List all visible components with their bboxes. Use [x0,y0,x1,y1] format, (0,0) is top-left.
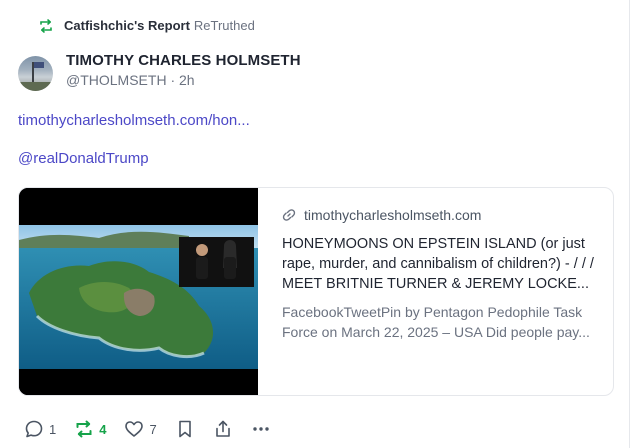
post-link[interactable]: timothycharlesholmseth.com/hon... [18,112,250,129]
reply-icon [24,419,44,439]
meta-separator: · [170,72,180,88]
like-button[interactable]: 7 [124,419,157,439]
retruth-header[interactable]: Catfishchic's Report ReTruthed [38,17,255,35]
author-block: TIMOTHY CHARLES HOLMSETH @THOLMSETH · 2h [18,52,301,91]
link-preview-description: FacebookTweetPin by Pentagon Pedophile T… [282,304,590,340]
link-preview-title[interactable]: HONEYMOONS ON EPSTEIN ISLAND (or just ra… [282,234,597,294]
link-preview-body: timothycharlesholmseth.com HONEYMOONS ON… [258,188,613,395]
retruth-button[interactable]: 4 [74,419,106,439]
reply-button[interactable]: 1 [24,419,56,439]
retruth-count: 4 [99,421,107,437]
link-preview-image[interactable] [19,188,258,395]
share-icon [213,419,233,439]
avatar[interactable] [18,56,53,91]
author-handle[interactable]: @THOLMSETH [66,72,167,88]
retruth-label: ReTruthed [193,18,255,33]
link-preview-domain-row: timothycharlesholmseth.com [282,207,597,223]
heart-icon [124,419,144,439]
retruth-icon [38,18,54,34]
bookmark-button[interactable] [175,419,195,439]
more-options-button[interactable] [251,419,271,439]
retruth-icon [74,419,94,439]
author-meta: @THOLMSETH · 2h [66,72,301,88]
retruth-user-name[interactable]: Catfishchic's Report [64,18,190,33]
link-preview-card[interactable]: timothycharlesholmseth.com HONEYMOONS ON… [18,187,614,396]
action-bar: 1 4 7 [24,419,289,439]
more-icon [251,419,271,439]
share-button[interactable] [213,419,233,439]
link-icon [282,208,296,222]
post-time[interactable]: 2h [179,72,195,88]
reply-count: 1 [49,421,57,437]
like-count: 7 [149,421,157,437]
post: Catfishchic's Report ReTruthed TIMOTHY CH… [0,0,630,448]
link-preview-domain: timothycharlesholmseth.com [304,207,482,223]
post-mention[interactable]: @realDonaldTrump [18,150,149,167]
bookmark-icon [175,419,195,439]
author-display-name[interactable]: TIMOTHY CHARLES HOLMSETH [66,52,301,69]
